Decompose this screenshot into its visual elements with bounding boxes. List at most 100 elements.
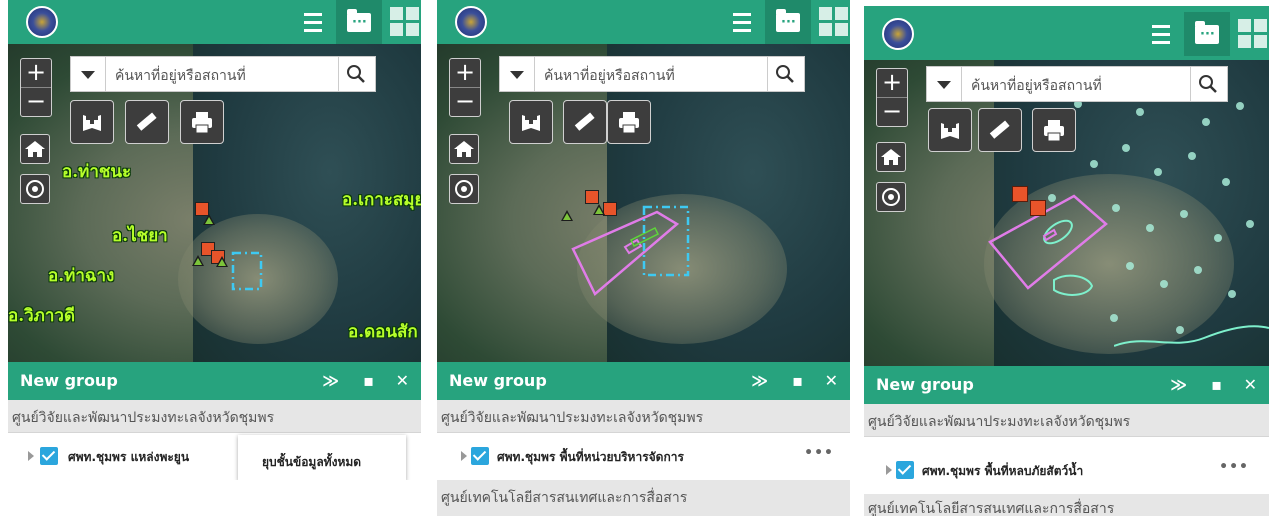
expand-icon[interactable] xyxy=(461,451,467,461)
printer-icon xyxy=(619,112,639,134)
collapse-icon[interactable]: ≫ xyxy=(751,371,768,390)
layer-visibility-checkbox[interactable] xyxy=(40,447,58,465)
add-data-button[interactable] xyxy=(70,100,114,144)
sample-point xyxy=(1180,210,1188,218)
search-button[interactable] xyxy=(767,57,804,91)
zoom-out-button[interactable]: − xyxy=(450,87,480,116)
print-button[interactable] xyxy=(180,100,224,144)
panel-header: New group ≫ ▪ ✕ xyxy=(8,362,421,400)
fisheries-marker[interactable] xyxy=(1030,200,1046,216)
locate-button[interactable] xyxy=(20,174,50,204)
sample-point xyxy=(1222,178,1230,186)
fisheries-marker[interactable] xyxy=(1012,186,1028,202)
seagrass-marker[interactable] xyxy=(192,255,204,266)
app-header: ··· xyxy=(8,0,421,44)
category-label: ศูนย์เทคโนโลยีสารสนเทศและการสื่อสาร xyxy=(868,501,1115,516)
locate-button[interactable] xyxy=(449,174,479,204)
collapse-all-menu-item[interactable]: ยุบชั้นข้อมูลทั้งหมด xyxy=(262,453,361,472)
seagrass-marker[interactable] xyxy=(593,204,605,215)
home-button[interactable] xyxy=(876,142,906,172)
screenshot-panel-2: ··· + − ค้นหาที่อยู่หรือสถานที่ New grou… xyxy=(437,0,850,516)
search-button[interactable] xyxy=(338,57,375,91)
search-bar: ค้นหาที่อยู่หรือสถานที่ xyxy=(926,66,1228,102)
measure-button[interactable] xyxy=(563,100,607,144)
panel-title: New group xyxy=(449,371,547,390)
home-icon xyxy=(881,149,901,165)
seagrass-marker[interactable] xyxy=(561,210,573,221)
locate-button[interactable] xyxy=(876,182,906,212)
measure-button[interactable] xyxy=(125,100,169,144)
collapse-icon[interactable]: ≫ xyxy=(1170,375,1187,394)
more-options-icon[interactable]: ••• xyxy=(1219,459,1249,475)
sample-point xyxy=(1146,224,1154,232)
folder-icon[interactable]: ··· xyxy=(1184,12,1230,56)
search-button[interactable] xyxy=(1190,67,1227,101)
layer-row[interactable]: ศพท.ชุมพร พื้นที่หลบภัยสัตว์น้ำ ••• xyxy=(864,437,1269,493)
list-icon[interactable] xyxy=(290,0,336,44)
maximize-icon[interactable]: ▪ xyxy=(792,371,803,390)
add-data-button[interactable] xyxy=(509,100,553,144)
layer-visibility-checkbox[interactable] xyxy=(896,461,914,479)
sample-point xyxy=(1122,144,1130,152)
expand-icon[interactable] xyxy=(28,451,34,461)
grid-icon[interactable] xyxy=(382,0,421,44)
category-label: ศูนย์วิจัยและพัฒนาประมงทะเลจังหวัดชุมพร xyxy=(441,410,704,426)
home-icon xyxy=(25,141,45,157)
agency-logo-icon xyxy=(26,6,58,38)
more-options-icon[interactable]: ••• xyxy=(804,445,834,461)
dugong-marker[interactable] xyxy=(603,202,617,216)
map-view[interactable]: อ.ท่าชนะ อ.ไชยา อ.ท่าฉาง อ.วิภาวดี อ.เกา… xyxy=(8,44,421,364)
sample-point xyxy=(1228,290,1236,298)
add-data-icon xyxy=(83,112,101,131)
home-button[interactable] xyxy=(20,134,50,164)
map-label-vibhavadi: อ.วิภาวดี xyxy=(8,306,76,326)
seagrass-marker[interactable] xyxy=(216,256,228,267)
app-header: ··· xyxy=(437,0,850,44)
map-label-tha-chang: อ.ท่าฉาง xyxy=(48,266,115,286)
maximize-icon[interactable]: ▪ xyxy=(363,371,374,390)
layer-label: ศพท.ชุมพร แหล่งพะยูน xyxy=(68,450,190,464)
search-source-dropdown[interactable] xyxy=(500,57,535,91)
zoom-in-button[interactable]: + xyxy=(877,69,907,97)
maximize-icon[interactable]: ▪ xyxy=(1211,375,1222,394)
dugong-marker[interactable] xyxy=(585,190,599,204)
close-icon[interactable]: ✕ xyxy=(396,371,409,390)
panel-title: New group xyxy=(876,375,974,394)
layer-visibility-checkbox[interactable] xyxy=(471,447,489,465)
measure-button[interactable] xyxy=(978,108,1022,152)
grid-icon[interactable] xyxy=(811,0,850,44)
screenshot-panel-1: อ.ท่าชนะ อ.ไชยา อ.ท่าฉาง อ.วิภาวดี อ.เกา… xyxy=(8,0,421,480)
layer-row[interactable]: ศพท.ชุมพร พื้นที่หน่วยบริหารจัดการ ••• xyxy=(437,433,850,479)
close-icon[interactable]: ✕ xyxy=(1244,375,1257,394)
search-bar: ค้นหาที่อยู่หรือสถานที่ xyxy=(499,56,805,92)
reef-outline xyxy=(1053,274,1094,296)
search-icon xyxy=(1199,75,1217,93)
zoom-out-button[interactable]: − xyxy=(877,97,907,126)
expand-icon[interactable] xyxy=(886,465,892,475)
list-icon[interactable] xyxy=(1138,12,1184,56)
home-button[interactable] xyxy=(449,134,479,164)
sample-point xyxy=(1202,118,1210,126)
zoom-in-button[interactable]: + xyxy=(21,59,51,87)
collapse-icon[interactable]: ≫ xyxy=(322,371,339,390)
print-button[interactable] xyxy=(1032,108,1076,152)
search-input[interactable]: ค้นหาที่อยู่หรือสถานที่ xyxy=(544,65,675,87)
list-icon[interactable] xyxy=(719,0,765,44)
search-input[interactable]: ค้นหาที่อยู่หรือสถานที่ xyxy=(971,75,1102,97)
folder-icon[interactable]: ··· xyxy=(765,0,811,44)
folder-icon[interactable]: ··· xyxy=(336,0,382,44)
sample-point xyxy=(1154,168,1162,176)
search-source-dropdown[interactable] xyxy=(927,67,962,101)
close-icon[interactable]: ✕ xyxy=(825,371,838,390)
add-data-button[interactable] xyxy=(928,108,972,152)
zoom-in-button[interactable]: + xyxy=(450,59,480,87)
search-input[interactable]: ค้นหาที่อยู่หรือสถานที่ xyxy=(115,65,246,87)
grid-icon[interactable] xyxy=(1230,12,1269,56)
print-button[interactable] xyxy=(607,100,651,144)
agency-logo-icon xyxy=(455,6,487,38)
map-view[interactable] xyxy=(437,44,850,364)
zoom-out-button[interactable]: − xyxy=(21,87,51,116)
search-bar: ค้นหาที่อยู่หรือสถานที่ xyxy=(70,56,376,92)
search-source-dropdown[interactable] xyxy=(71,57,106,91)
seagrass-marker[interactable] xyxy=(203,214,215,225)
